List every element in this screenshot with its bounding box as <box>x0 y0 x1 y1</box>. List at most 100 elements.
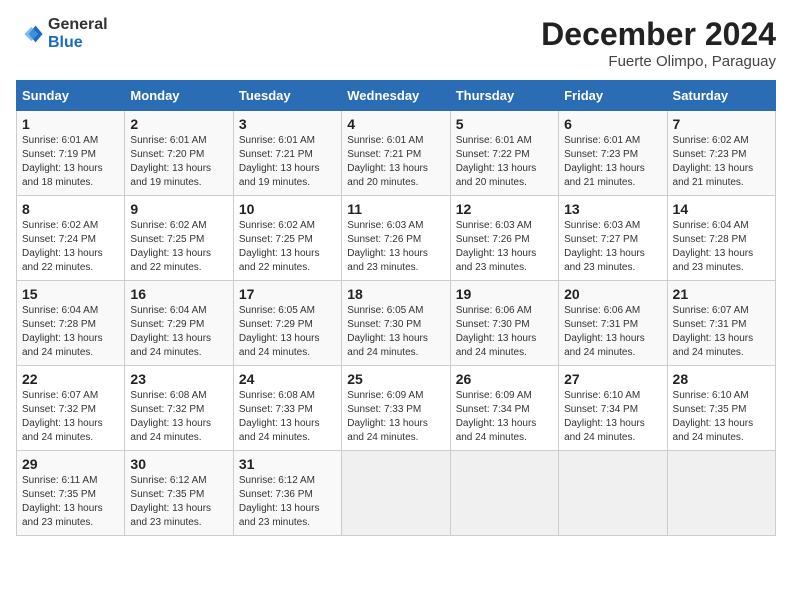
col-sunday: Sunday <box>17 81 125 111</box>
day-info: Sunrise: 6:01 AMSunset: 7:21 PMDaylight:… <box>239 134 336 190</box>
table-row <box>450 451 558 536</box>
table-row: 25 Sunrise: 6:09 AMSunset: 7:33 PMDayligh… <box>342 366 450 451</box>
table-row: 3 Sunrise: 6:01 AMSunset: 7:21 PMDaylight… <box>233 111 341 196</box>
table-row: 11 Sunrise: 6:03 AMSunset: 7:26 PMDayligh… <box>342 196 450 281</box>
day-number: 18 <box>347 286 444 302</box>
day-number: 14 <box>673 201 770 217</box>
day-info: Sunrise: 6:11 AMSunset: 7:35 PMDaylight:… <box>22 474 119 530</box>
day-number: 6 <box>564 116 661 132</box>
day-info: Sunrise: 6:10 AMSunset: 7:35 PMDaylight:… <box>673 389 770 445</box>
day-number: 3 <box>239 116 336 132</box>
table-row: 17Sunrise: 6:05 AMSunset: 7:29 PMDayligh… <box>233 281 341 366</box>
calendar-header-row: Sunday Monday Tuesday Wednesday Thursday… <box>17 81 776 111</box>
logo-general: General <box>48 16 108 34</box>
table-row: 14 Sunrise: 6:04 AMSunset: 7:28 PMDayligh… <box>667 196 775 281</box>
day-info: Sunrise: 6:09 AMSunset: 7:34 PMDaylight:… <box>456 389 553 445</box>
location: Fuerte Olimpo, Paraguay <box>541 53 776 70</box>
logo-blue: Blue <box>48 34 108 52</box>
table-row: 8 Sunrise: 6:02 AMSunset: 7:24 PMDaylight… <box>17 196 125 281</box>
day-number: 5 <box>456 116 553 132</box>
day-number: 31 <box>239 456 336 472</box>
day-info: Sunrise: 6:12 AMSunset: 7:35 PMDaylight:… <box>130 474 227 530</box>
day-number: 9 <box>130 201 227 217</box>
table-row <box>667 451 775 536</box>
day-info: Sunrise: 6:02 AMSunset: 7:23 PMDaylight:… <box>673 134 770 190</box>
calendar-week-row: 22 Sunrise: 6:07 AMSunset: 7:32 PMDayligh… <box>17 366 776 451</box>
calendar-week-row: 8 Sunrise: 6:02 AMSunset: 7:24 PMDaylight… <box>17 196 776 281</box>
day-number: 30 <box>130 456 227 472</box>
day-info: Sunrise: 6:01 AMSunset: 7:20 PMDaylight:… <box>130 134 227 190</box>
day-info: Sunrise: 6:03 AMSunset: 7:26 PMDaylight:… <box>456 219 553 275</box>
day-info: Sunrise: 6:12 AMSunset: 7:36 PMDaylight:… <box>239 474 336 530</box>
table-row: 1 Sunrise: 6:01 AMSunset: 7:19 PMDaylight… <box>17 111 125 196</box>
col-tuesday: Tuesday <box>233 81 341 111</box>
day-number: 23 <box>130 371 227 387</box>
day-info: Sunrise: 6:07 AMSunset: 7:32 PMDaylight:… <box>22 389 119 445</box>
day-info: Sunrise: 6:09 AMSunset: 7:33 PMDaylight:… <box>347 389 444 445</box>
logo-icon <box>16 20 44 48</box>
table-row: 31 Sunrise: 6:12 AMSunset: 7:36 PMDayligh… <box>233 451 341 536</box>
day-info: Sunrise: 6:01 AMSunset: 7:19 PMDaylight:… <box>22 134 119 190</box>
day-info: Sunrise: 6:03 AMSunset: 7:26 PMDaylight:… <box>347 219 444 275</box>
logo: General Blue <box>16 16 108 52</box>
table-row: 26 Sunrise: 6:09 AMSunset: 7:34 PMDayligh… <box>450 366 558 451</box>
day-number: 22 <box>22 371 119 387</box>
table-row: 19Sunrise: 6:06 AMSunset: 7:30 PMDayligh… <box>450 281 558 366</box>
day-info: Sunrise: 6:04 AMSunset: 7:29 PMDaylight:… <box>130 304 227 360</box>
day-info: Sunrise: 6:05 AMSunset: 7:29 PMDaylight:… <box>239 304 336 360</box>
table-row: 15Sunrise: 6:04 AMSunset: 7:28 PMDayligh… <box>17 281 125 366</box>
day-info: Sunrise: 6:03 AMSunset: 7:27 PMDaylight:… <box>564 219 661 275</box>
day-number: 4 <box>347 116 444 132</box>
calendar-table: Sunday Monday Tuesday Wednesday Thursday… <box>16 80 776 536</box>
table-row: 21Sunrise: 6:07 AMSunset: 7:31 PMDayligh… <box>667 281 775 366</box>
day-number: 28 <box>673 371 770 387</box>
day-number: 13 <box>564 201 661 217</box>
title-area: December 2024 Fuerte Olimpo, Paraguay <box>541 16 776 70</box>
day-number: 24 <box>239 371 336 387</box>
day-number: 10 <box>239 201 336 217</box>
month-year: December 2024 <box>541 16 776 53</box>
table-row: 6 Sunrise: 6:01 AMSunset: 7:23 PMDaylight… <box>559 111 667 196</box>
table-row: 5Sunrise: 6:01 AMSunset: 7:22 PMDaylight… <box>450 111 558 196</box>
day-number: 16 <box>130 286 227 302</box>
table-row <box>342 451 450 536</box>
calendar-week-row: 1 Sunrise: 6:01 AMSunset: 7:19 PMDaylight… <box>17 111 776 196</box>
day-info: Sunrise: 6:01 AMSunset: 7:23 PMDaylight:… <box>564 134 661 190</box>
table-row: 12 Sunrise: 6:03 AMSunset: 7:26 PMDayligh… <box>450 196 558 281</box>
day-number: 25 <box>347 371 444 387</box>
day-number: 1 <box>22 116 119 132</box>
day-number: 12 <box>456 201 553 217</box>
table-row: 2 Sunrise: 6:01 AMSunset: 7:20 PMDaylight… <box>125 111 233 196</box>
col-friday: Friday <box>559 81 667 111</box>
day-info: Sunrise: 6:10 AMSunset: 7:34 PMDaylight:… <box>564 389 661 445</box>
day-info: Sunrise: 6:01 AMSunset: 7:21 PMDaylight:… <box>347 134 444 190</box>
day-info: Sunrise: 6:06 AMSunset: 7:31 PMDaylight:… <box>564 304 661 360</box>
col-thursday: Thursday <box>450 81 558 111</box>
calendar-week-row: 15Sunrise: 6:04 AMSunset: 7:28 PMDayligh… <box>17 281 776 366</box>
day-info: Sunrise: 6:08 AMSunset: 7:32 PMDaylight:… <box>130 389 227 445</box>
table-row: 16 Sunrise: 6:04 AMSunset: 7:29 PMDayligh… <box>125 281 233 366</box>
table-row: 18Sunrise: 6:05 AMSunset: 7:30 PMDayligh… <box>342 281 450 366</box>
col-saturday: Saturday <box>667 81 775 111</box>
col-monday: Monday <box>125 81 233 111</box>
day-number: 29 <box>22 456 119 472</box>
day-info: Sunrise: 6:06 AMSunset: 7:30 PMDaylight:… <box>456 304 553 360</box>
day-info: Sunrise: 6:08 AMSunset: 7:33 PMDaylight:… <box>239 389 336 445</box>
table-row <box>559 451 667 536</box>
table-row: 23 Sunrise: 6:08 AMSunset: 7:32 PMDayligh… <box>125 366 233 451</box>
table-row: 22 Sunrise: 6:07 AMSunset: 7:32 PMDayligh… <box>17 366 125 451</box>
table-row: 29 Sunrise: 6:11 AMSunset: 7:35 PMDayligh… <box>17 451 125 536</box>
day-number: 2 <box>130 116 227 132</box>
day-info: Sunrise: 6:02 AMSunset: 7:24 PMDaylight:… <box>22 219 119 275</box>
day-info: Sunrise: 6:04 AMSunset: 7:28 PMDaylight:… <box>673 219 770 275</box>
col-wednesday: Wednesday <box>342 81 450 111</box>
logo-text: General Blue <box>48 16 108 52</box>
day-number: 21 <box>673 286 770 302</box>
day-number: 11 <box>347 201 444 217</box>
day-info: Sunrise: 6:02 AMSunset: 7:25 PMDaylight:… <box>130 219 227 275</box>
table-row: 4 Sunrise: 6:01 AMSunset: 7:21 PMDaylight… <box>342 111 450 196</box>
day-number: 26 <box>456 371 553 387</box>
table-row: 9 Sunrise: 6:02 AMSunset: 7:25 PMDaylight… <box>125 196 233 281</box>
page-header: General Blue December 2024 Fuerte Olimpo… <box>16 16 776 70</box>
day-number: 8 <box>22 201 119 217</box>
